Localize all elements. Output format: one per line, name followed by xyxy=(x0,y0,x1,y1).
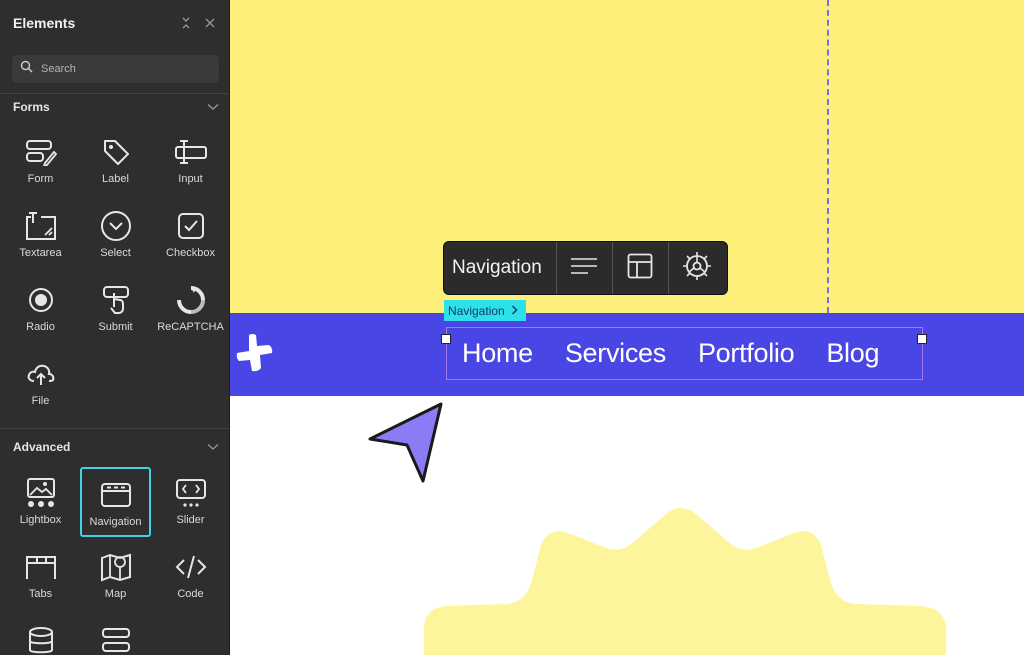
element-slider-label: Slider xyxy=(176,514,205,526)
input-cursor-icon xyxy=(174,135,208,169)
section-forms-label: Forms xyxy=(13,100,50,114)
nav-link-services[interactable]: Services xyxy=(565,338,666,369)
element-map-label: Map xyxy=(104,588,127,600)
nav-link-home[interactable]: Home xyxy=(462,338,533,369)
nav-link-blog[interactable]: Blog xyxy=(826,338,879,369)
elements-panel: Elements Forms xyxy=(0,0,230,655)
element-select-label: Select xyxy=(100,247,131,259)
section-forms-header[interactable]: Forms xyxy=(0,94,229,120)
search-icon xyxy=(20,60,33,78)
element-lightbox-label: Lightbox xyxy=(19,514,62,526)
section-advanced-header[interactable]: Advanced xyxy=(0,434,229,460)
checkbox-icon xyxy=(174,209,208,243)
element-form-label: Form xyxy=(27,173,54,185)
submit-pointer-icon xyxy=(99,283,133,317)
element-slider[interactable]: Slider xyxy=(155,467,226,537)
element-lightbox[interactable]: Lightbox xyxy=(5,467,76,537)
decorative-badge xyxy=(416,500,956,655)
element-input[interactable]: Input xyxy=(155,126,226,196)
database-icon xyxy=(24,624,58,655)
element-checkbox[interactable]: Checkbox xyxy=(155,200,226,270)
panel-header: Elements xyxy=(0,0,229,46)
textarea-icon xyxy=(24,209,58,243)
cloud-upload-icon xyxy=(24,357,58,391)
navigation-bar-icon xyxy=(99,478,133,512)
selection-tag-label: Navigation xyxy=(448,303,505,318)
plus-logo-icon xyxy=(233,332,277,381)
layout-button[interactable] xyxy=(613,242,669,294)
settings-button[interactable] xyxy=(669,242,725,294)
collapse-icon[interactable] xyxy=(179,16,193,30)
element-recaptcha[interactable]: ReCAPTCHA xyxy=(155,274,226,344)
navigation-bar[interactable]: Home Services Portfolio Blog xyxy=(230,313,1024,396)
toolbar-element-name: Navigation xyxy=(444,242,557,294)
layout-icon xyxy=(627,253,653,284)
element-navigation[interactable]: Navigation xyxy=(80,467,151,537)
element-code-label: Code xyxy=(177,588,204,600)
element-file[interactable]: File xyxy=(5,348,76,418)
element-map[interactable]: Map xyxy=(80,541,151,611)
element-navigation-label: Navigation xyxy=(89,516,142,528)
gear-icon xyxy=(682,251,712,286)
radio-icon xyxy=(24,283,58,317)
resize-handle-right[interactable] xyxy=(917,334,927,344)
element-button-group[interactable] xyxy=(80,615,151,655)
code-icon xyxy=(174,550,208,584)
chevron-right-icon xyxy=(511,304,518,318)
nav-menu: Home Services Portfolio Blog xyxy=(462,338,911,369)
cursor-arrow-icon xyxy=(367,401,447,490)
menu-items-button[interactable] xyxy=(557,242,613,294)
element-recaptcha-label: ReCAPTCHA xyxy=(157,321,224,333)
nav-link-portfolio[interactable]: Portfolio xyxy=(698,338,795,369)
element-checkbox-label: Checkbox xyxy=(166,247,215,259)
search-field[interactable] xyxy=(12,55,219,83)
element-select[interactable]: Select xyxy=(80,200,151,270)
selection-tag[interactable]: Navigation xyxy=(444,300,526,321)
menu-lines-icon xyxy=(570,257,598,280)
design-canvas[interactable]: Home Services Portfolio Blog Navigation xyxy=(230,0,1024,655)
lightbox-icon xyxy=(24,476,58,510)
panel-title: Elements xyxy=(13,15,76,31)
element-radio[interactable]: Radio xyxy=(5,274,76,344)
element-submit[interactable]: Submit xyxy=(80,274,151,344)
element-tabs[interactable]: Tabs xyxy=(5,541,76,611)
close-icon[interactable] xyxy=(203,16,217,30)
element-textarea-label: Textarea xyxy=(19,247,62,259)
element-file-label: File xyxy=(31,395,50,407)
element-radio-label: Radio xyxy=(26,321,55,333)
select-chevron-icon xyxy=(99,209,133,243)
element-code[interactable]: Code xyxy=(155,541,226,611)
section-advanced-label: Advanced xyxy=(13,440,71,454)
resize-handle-left[interactable] xyxy=(441,334,451,344)
element-input-label: Input xyxy=(178,173,203,185)
panel-header-actions xyxy=(179,16,217,30)
search-input[interactable] xyxy=(41,63,201,75)
element-tabs-label: Tabs xyxy=(28,588,53,600)
element-textarea[interactable]: Textarea xyxy=(5,200,76,270)
app-root: Elements Forms xyxy=(0,0,1024,655)
element-submit-label: Submit xyxy=(98,321,133,333)
element-toolbar: Navigation xyxy=(443,241,728,295)
advanced-grid: Lightbox Navigation Slider Tabs Map Code xyxy=(0,465,229,655)
recaptcha-icon xyxy=(174,283,208,317)
element-database[interactable] xyxy=(5,615,76,655)
map-pin-icon xyxy=(99,550,133,584)
form-icon xyxy=(24,135,58,169)
tag-icon xyxy=(99,135,133,169)
chevron-down-icon xyxy=(207,440,219,454)
forms-grid: Form Label Input Textarea Select Checkbo… xyxy=(0,124,229,420)
button-group-icon xyxy=(99,624,133,655)
element-form[interactable]: Form xyxy=(5,126,76,196)
guide-line xyxy=(827,0,829,313)
element-label[interactable]: Label xyxy=(80,126,151,196)
chevron-down-icon xyxy=(207,100,219,114)
slider-icon xyxy=(174,476,208,510)
element-label-label: Label xyxy=(102,173,129,185)
tabs-icon xyxy=(24,550,58,584)
